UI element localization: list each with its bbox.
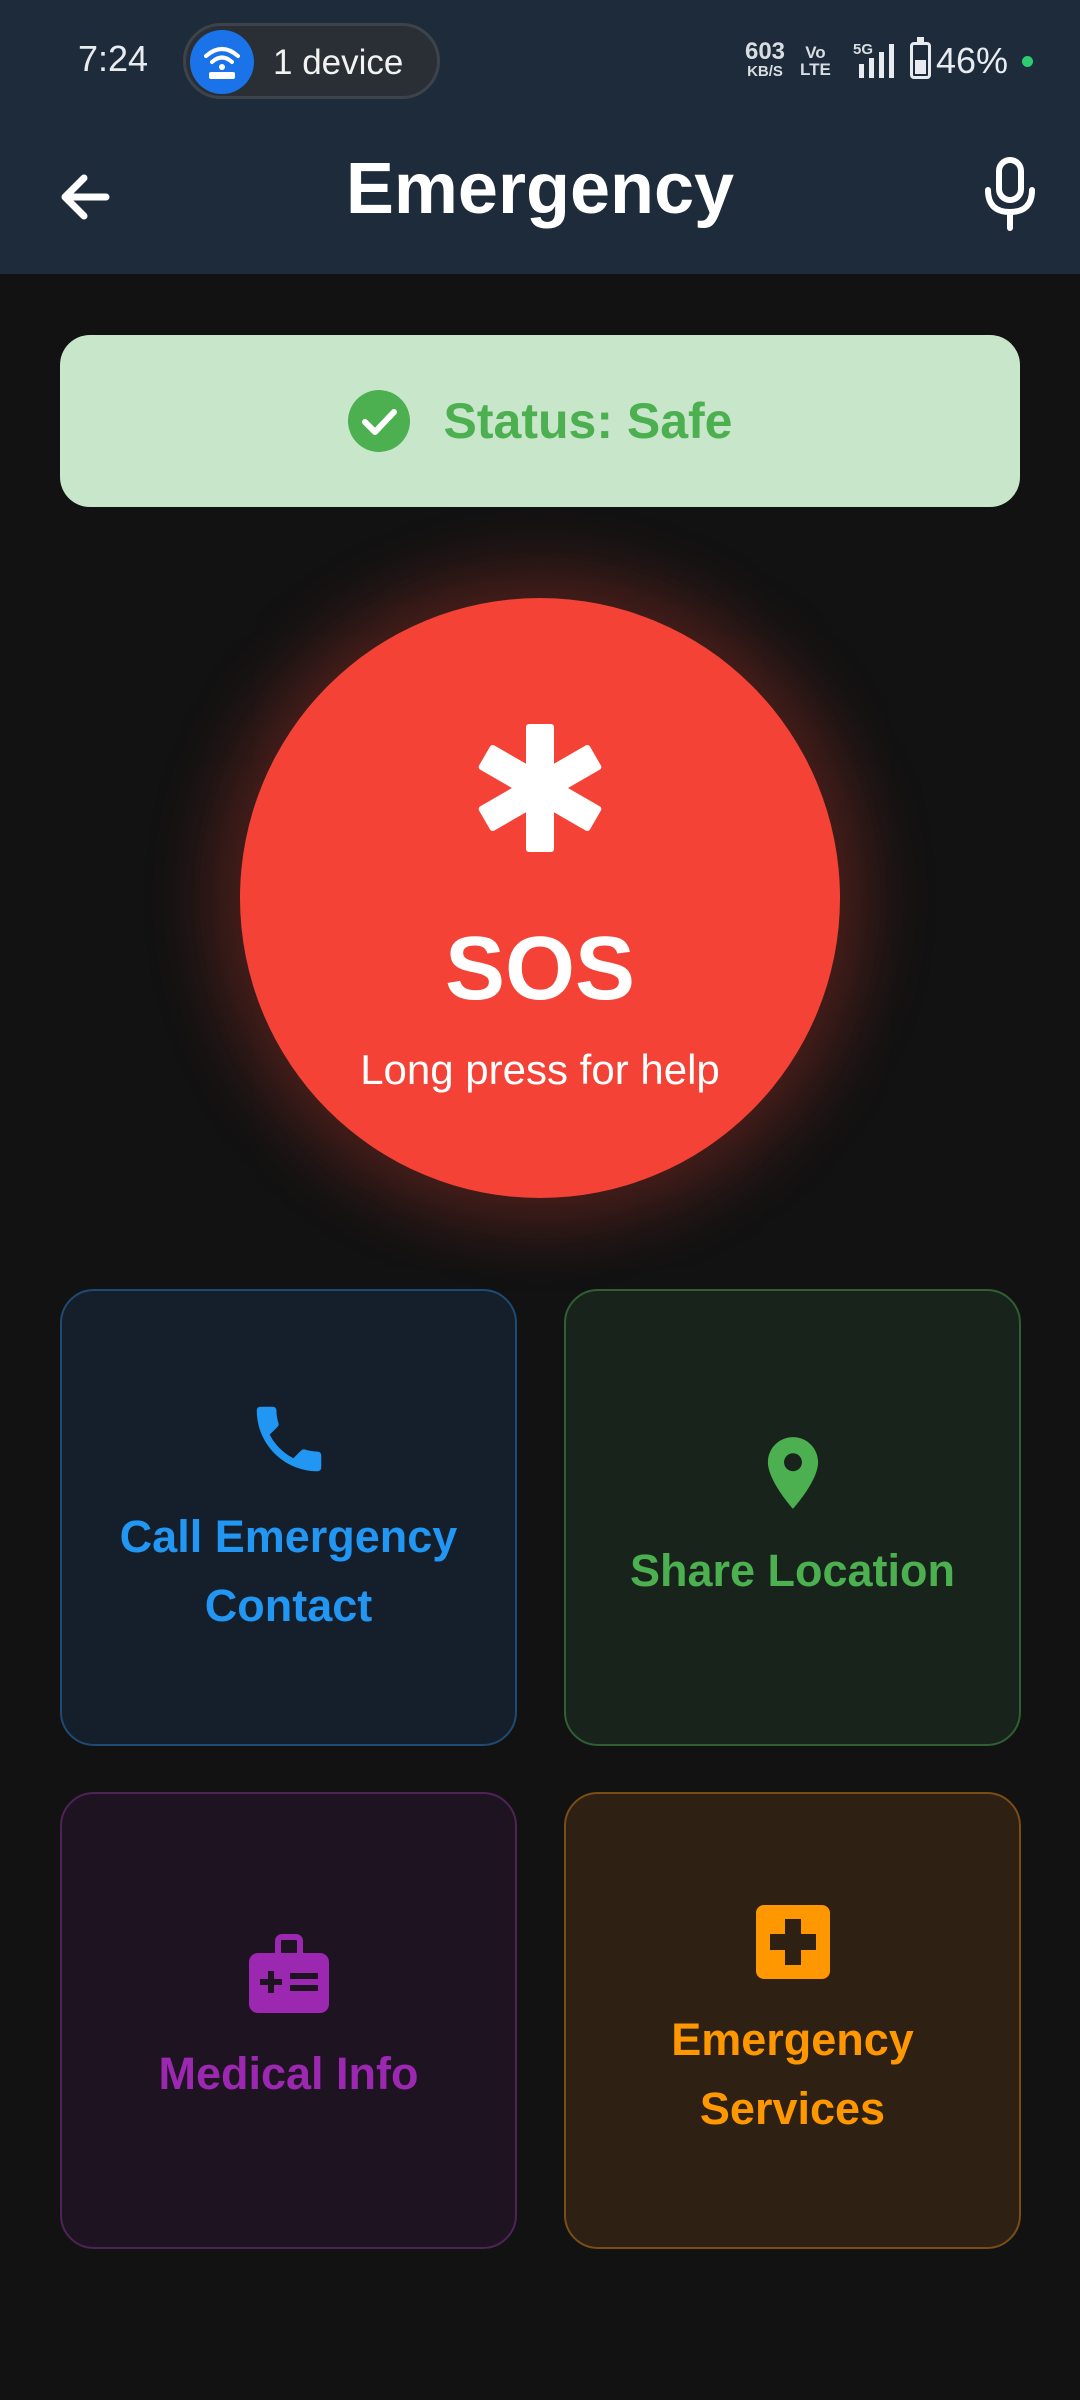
battery-icon	[910, 37, 931, 79]
emergency-services-button[interactable]: Emergency Services	[564, 1792, 1021, 2249]
battery-percent: 46%	[936, 40, 1009, 81]
tile-label: Share Location	[629, 1545, 956, 1596]
page-title: Emergency	[345, 149, 735, 229]
tile-label: Emergency Services	[671, 2013, 914, 2134]
voice-input-button[interactable]	[975, 154, 1045, 234]
phone-icon	[256, 1406, 321, 1471]
network-type: 5G	[853, 41, 873, 58]
medical-cross-icon	[755, 1904, 830, 1979]
back-button[interactable]	[50, 162, 120, 232]
system-status-bar: 7:24 1 device 603 KB/S Vo LTE 5G 46%	[0, 0, 1080, 124]
medical-id-icon	[248, 1934, 329, 2013]
network-speed: 603 KB/S	[744, 38, 786, 81]
signal-icon: 5G	[853, 41, 894, 78]
privacy-indicator-dot	[1022, 56, 1033, 67]
app-bar: Emergency	[0, 124, 1080, 274]
tile-label: Call Emergency Contact	[119, 1510, 458, 1631]
volte-indicator: Vo LTE	[800, 43, 831, 79]
status-text: Status: Safe	[443, 393, 733, 449]
hotspot-chip[interactable]: 1 device	[183, 23, 440, 99]
sos-hint: Long press for help	[360, 1046, 720, 1093]
medical-info-button[interactable]: Medical Info	[60, 1792, 517, 2249]
share-location-button[interactable]: Share Location	[564, 1289, 1021, 1746]
location-pin-icon	[767, 1437, 818, 1509]
microphone-icon	[985, 157, 1035, 231]
sos-label: SOS	[444, 919, 636, 1019]
check-circle-icon	[347, 390, 410, 452]
hotspot-icon	[190, 30, 254, 94]
tile-label: Medical Info	[158, 2048, 419, 2099]
asterisk-icon	[478, 724, 602, 852]
call-emergency-contact-button[interactable]: Call Emergency Contact	[60, 1289, 517, 1746]
arrow-back-icon	[61, 174, 110, 220]
hotspot-label: 1 device	[273, 43, 404, 82]
sos-button[interactable]: SOS Long press for help	[240, 598, 840, 1198]
clock: 7:24	[78, 38, 149, 79]
safety-status-card: Status: Safe	[60, 335, 1020, 507]
